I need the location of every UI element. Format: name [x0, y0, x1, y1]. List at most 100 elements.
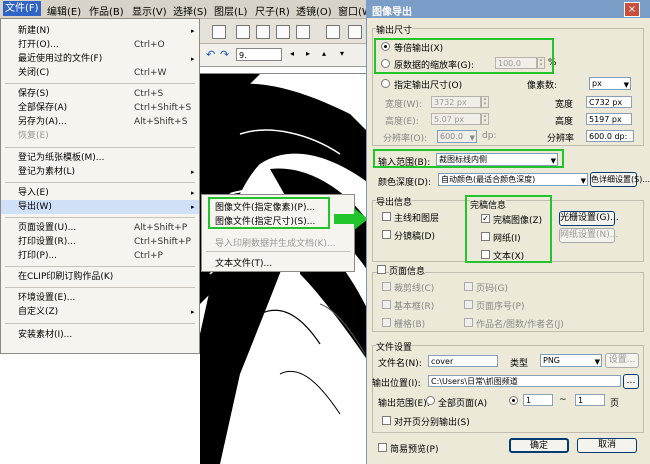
browse-folder-button[interactable]: …	[623, 374, 639, 389]
to-page-input[interactable]: 1	[575, 394, 605, 406]
menu-item-save[interactable]: 保存(S) Ctrl+S	[1, 87, 199, 101]
radio-page-range[interactable]	[509, 396, 518, 405]
dialog-title-bar[interactable]: 图像导出	[366, 0, 650, 18]
menu-lens[interactable]: 透镜(O)	[296, 3, 332, 18]
grid-settings-button[interactable]: 光栅设置(G)...	[559, 211, 619, 226]
color-detail-button[interactable]: 色详细设置(S)...	[590, 172, 650, 187]
annotation-highlight-box	[373, 149, 564, 168]
menu-item-close[interactable]: 关闭(C) Ctrl+W	[1, 66, 199, 80]
menu-separator	[206, 251, 350, 252]
result-resolution-label: 分辨率	[547, 134, 575, 144]
page-icon[interactable]	[276, 25, 290, 39]
menu-item-install-material[interactable]: 安装素材(I)...	[1, 328, 199, 342]
menu-ruler[interactable]: 尺子(R)	[255, 3, 290, 18]
chevron-down-icon: ▼	[580, 177, 586, 185]
radio-specify-size[interactable]	[381, 79, 390, 88]
print-icon[interactable]	[236, 25, 250, 39]
spread-checkbox[interactable]	[382, 416, 391, 425]
menu-item-register-material[interactable]: 登记为素材(L) ▸	[1, 165, 199, 179]
submenu-item-text-file[interactable]: 文本文件(T)...	[215, 256, 272, 269]
menu-edit[interactable]: 编辑(E)	[47, 3, 81, 18]
menu-item-save-as[interactable]: 另存为(A)... Alt+Shift+S	[1, 115, 199, 129]
storyboard-checkbox[interactable]	[382, 230, 391, 239]
menu-works[interactable]: 作品(B)	[89, 3, 124, 18]
page-icon[interactable]	[296, 25, 310, 39]
menu-item-page-setup[interactable]: 页面设置(U)... Alt+Shift+P	[1, 221, 199, 235]
undo-icon[interactable]	[212, 25, 226, 39]
submenu-arrow-icon: ▸	[191, 203, 195, 211]
crop-line-label: 裁剪线(C)	[394, 284, 435, 294]
arrow-right-icon[interactable]: ▸	[306, 49, 310, 58]
zoom-field[interactable]: 9.	[236, 48, 282, 61]
main-line-checkbox[interactable]	[382, 212, 391, 221]
result-height-label: 高度	[555, 117, 574, 127]
menu-select[interactable]: 选择(S)	[173, 3, 207, 18]
resolution-select[interactable]: 600.0 ▼	[437, 130, 477, 143]
work-name-checkbox[interactable]	[464, 318, 473, 327]
menu-item-recent[interactable]: 最近使用过的文件(F) ▸	[1, 52, 199, 66]
menu-view[interactable]: 显示(V)	[132, 3, 167, 18]
type-select[interactable]: PNG ▼	[540, 354, 602, 367]
location-input[interactable]: C:\Users\日常\抓图频道	[428, 375, 621, 387]
page-info-checkbox[interactable]	[377, 265, 386, 274]
arrow-up-icon[interactable]: ▴	[322, 49, 326, 58]
close-icon[interactable]: ×	[624, 2, 640, 17]
rotate-left-icon[interactable]: ↶	[206, 48, 215, 61]
rotate-right-icon[interactable]: ↷	[220, 48, 229, 61]
width-spinner[interactable]: ▴ ▾	[481, 96, 489, 108]
menu-item-revert[interactable]: 恢复(E)	[1, 129, 199, 143]
grid-lines-label: 栅格(B)	[394, 320, 426, 330]
menu-item-import[interactable]: 导入(E) ▸	[1, 186, 199, 200]
preview-checkbox[interactable]	[378, 443, 387, 452]
cancel-button[interactable]: 取消	[577, 438, 637, 453]
output-info-label: 导出信息	[376, 195, 413, 208]
menu-file[interactable]: 文件(F)	[3, 1, 41, 16]
menu-item-customize[interactable]: 自定义(Z) ▸	[1, 305, 199, 319]
mesh-settings-button[interactable]: 网纸设置(N)...	[559, 228, 618, 243]
ok-button[interactable]: 确定	[509, 438, 569, 453]
menu-item-export[interactable]: 导出(W) ▸	[1, 200, 199, 214]
menu-item-save-all[interactable]: 全部保存(A) Ctrl+Shift+S	[1, 101, 199, 115]
menu-separator	[5, 287, 195, 288]
main-toolbar	[200, 19, 370, 44]
unit-select[interactable]: px ▼	[589, 77, 631, 90]
page-serial-checkbox[interactable]	[464, 300, 473, 309]
layout-icon[interactable]	[326, 25, 340, 39]
submenu-arrow-icon: ▸	[191, 55, 195, 63]
width-input[interactable]: 3732 px	[431, 96, 481, 108]
range-separator: ~	[559, 395, 567, 405]
result-width-value: C732 px	[586, 96, 632, 108]
height-spinner[interactable]: ▴ ▾	[481, 113, 489, 125]
type-settings-button[interactable]: 设置...	[605, 353, 639, 368]
color-depth-select[interactable]: 自动颜色(最适合颜色深度) ▼	[438, 173, 588, 186]
crop-line-checkbox[interactable]	[382, 282, 391, 291]
menu-item-print-setup[interactable]: 打印设置(R)... Ctrl+Shift+P	[1, 235, 199, 249]
menu-item-open[interactable]: 打开(O)... Ctrl+O	[1, 38, 199, 52]
pixel-count-label: 像素数:	[527, 81, 558, 91]
specify-size-label: 指定输出尺寸(O)	[394, 81, 463, 91]
height-input[interactable]: 5.07 px	[431, 113, 481, 125]
check-icon[interactable]	[348, 25, 362, 39]
page-number-checkbox[interactable]	[464, 282, 473, 291]
menu-item-register-template[interactable]: 登记为纸张模板(M)...	[1, 151, 199, 165]
menu-item-new[interactable]: 新建(N) ▸	[1, 24, 199, 38]
menu-layer[interactable]: 图层(L)	[214, 3, 247, 18]
base-frame-checkbox[interactable]	[382, 300, 391, 309]
menu-separator	[5, 182, 195, 183]
grid-lines-checkbox[interactable]	[382, 318, 391, 327]
submenu-arrow-icon: ▸	[191, 308, 195, 316]
arrow-down-icon[interactable]: ▾	[340, 49, 344, 58]
page-serial-label: 页面序号(P)	[476, 302, 525, 312]
filename-input[interactable]: cover	[428, 355, 498, 367]
arrow-left-icon[interactable]: ◂	[290, 49, 294, 58]
submenu-item-print-data[interactable]: 导入印刷数据并生成文档(K)...	[215, 236, 336, 249]
from-page-input[interactable]: 1	[523, 394, 553, 406]
radio-all-pages[interactable]	[426, 396, 435, 405]
page-icon[interactable]	[256, 25, 270, 39]
menu-item-preferences[interactable]: 环境设置(E)...	[1, 291, 199, 305]
menu-item-clip-print[interactable]: 在CLIP印刷订购作品(K)	[1, 270, 199, 284]
resolution-label: 分辨率(O):	[383, 134, 428, 144]
menu-item-print[interactable]: 打印(P)... Ctrl+P	[1, 249, 199, 263]
annotation-arrow-icon	[334, 208, 368, 230]
annotation-highlight-box	[374, 38, 554, 74]
